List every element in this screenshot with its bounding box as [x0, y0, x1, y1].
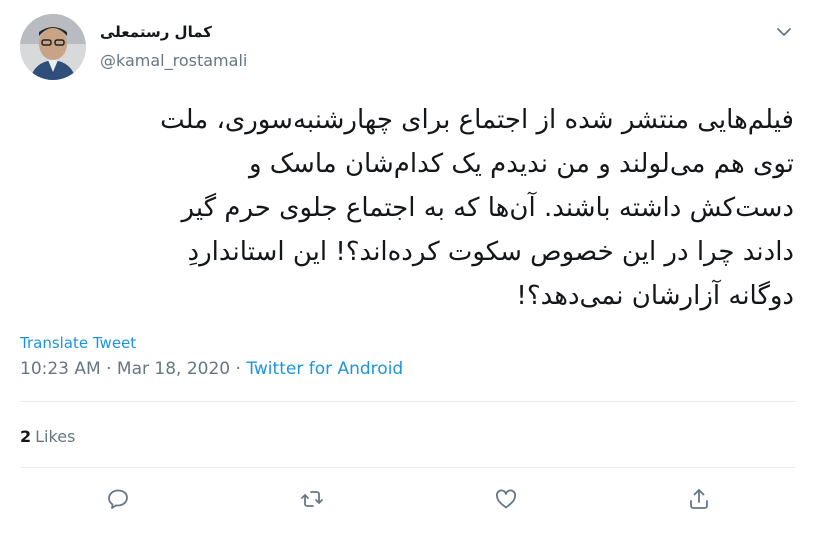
retweet-icon: [301, 491, 323, 507]
tweet-text: فیلم‌هایی منتشر شده از اجتماع برای چهارش…: [24, 98, 794, 318]
user-handle[interactable]: @kamal_rostamali: [100, 50, 247, 72]
likes-number: 2: [20, 427, 32, 446]
tweet-line: فیلم‌هایی منتشر شده از اجتماع برای چهارش…: [160, 105, 794, 135]
reply-icon: [108, 489, 128, 509]
tweet-date[interactable]: Mar 18, 2020: [117, 359, 230, 379]
tweet-source-link[interactable]: Twitter for Android: [246, 359, 403, 379]
share-icon: [690, 489, 708, 509]
tweet-line: دوگانه آزارشان نمی‌دهد؟!: [516, 281, 794, 311]
meta-separator: ·: [106, 359, 112, 379]
reply-button[interactable]: [103, 484, 133, 514]
divider: [20, 467, 796, 468]
display-name[interactable]: کمال رستمعلی: [100, 22, 300, 42]
meta-separator: ·: [235, 359, 241, 379]
like-button[interactable]: [491, 484, 521, 514]
tweet-line: دست‌کش داشته باشند. آن‌ها که به اجتماع ج…: [181, 193, 794, 223]
translate-tweet-link[interactable]: Translate Tweet: [20, 332, 136, 354]
heart-icon: [496, 489, 516, 509]
likes-label: Likes: [35, 427, 76, 446]
chevron-down-icon[interactable]: [776, 24, 792, 40]
tweet-line: دادند چرا در این خصوص سکوت کرده‌اند؟! ای…: [187, 237, 794, 267]
tweet-meta: 10:23 AM · Mar 18, 2020 · Twitter for An…: [20, 357, 403, 381]
retweet-button[interactable]: [297, 484, 327, 514]
divider: [20, 401, 796, 402]
tweet-line: توی هم می‌لولند و من ندیدم یک کدام‌شان م…: [248, 149, 794, 179]
tweet-time[interactable]: 10:23 AM: [20, 359, 101, 379]
avatar-image: [20, 14, 86, 80]
share-button[interactable]: [684, 484, 714, 514]
avatar[interactable]: [20, 14, 86, 80]
likes-count[interactable]: 2 Likes: [20, 425, 75, 449]
